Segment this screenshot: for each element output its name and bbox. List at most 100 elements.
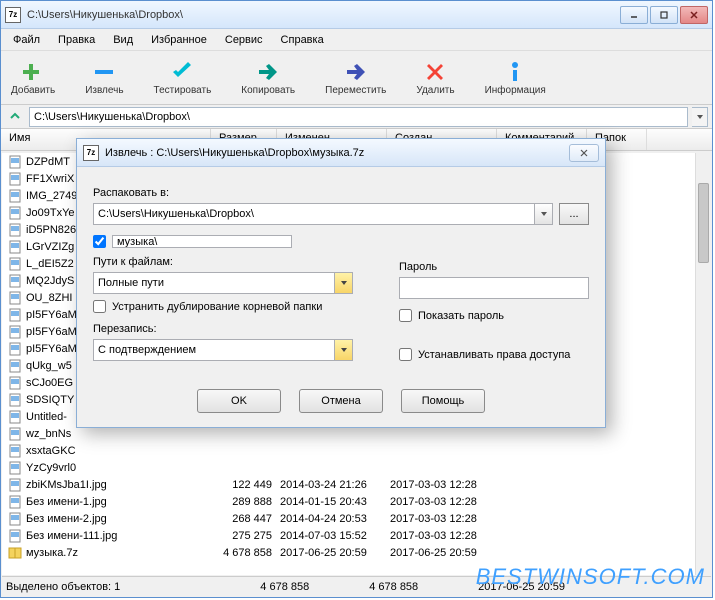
close-button[interactable]: [680, 6, 708, 24]
window-title: C:\Users\Никушенька\Dropbox\: [27, 9, 620, 21]
password-input[interactable]: [399, 277, 589, 299]
toolbar-plus[interactable]: Добавить: [7, 57, 59, 98]
chevron-down-icon[interactable]: [334, 340, 352, 360]
arrow-right-icon: [255, 59, 281, 85]
up-button[interactable]: [5, 107, 25, 127]
toolbar-label: Копировать: [241, 85, 295, 96]
menu-1[interactable]: Правка: [50, 32, 103, 48]
minimize-button[interactable]: [620, 6, 648, 24]
toolbar-info[interactable]: Информация: [481, 57, 550, 98]
image-icon: [8, 308, 22, 322]
chevron-down-icon[interactable]: [534, 204, 552, 224]
file-name: wz_bnNs: [26, 428, 214, 440]
subfolder-input[interactable]: [112, 235, 292, 248]
image-icon: [8, 274, 22, 288]
file-row[interactable]: zbiKMsJba1I.jpg122 4492014-03-24 21:2620…: [2, 476, 711, 493]
image-icon: [8, 189, 22, 203]
image-icon: [8, 172, 22, 186]
file-row[interactable]: YzCy9vrl0: [2, 459, 711, 476]
toolbar-label: Информация: [485, 85, 546, 96]
ok-button[interactable]: OK: [197, 389, 281, 413]
file-modified: 2017-06-25 20:59: [280, 547, 390, 559]
menubar: ФайлПравкаВидИзбранноеСервисСправка: [1, 29, 712, 51]
info-icon: [502, 59, 528, 85]
dialog-icon: 7z: [83, 145, 99, 161]
toolbar-label: Удалить: [416, 85, 454, 96]
toolbar-minus[interactable]: Извлечь: [81, 57, 127, 98]
titlebar[interactable]: 7z C:\Users\Никушенька\Dropbox\: [1, 1, 712, 29]
paths-combo[interactable]: Полные пути: [93, 272, 353, 294]
file-row[interactable]: xsxtaGKC: [2, 442, 711, 459]
image-icon: [8, 376, 22, 390]
file-size: 275 275: [214, 530, 280, 542]
help-button[interactable]: Помощь: [401, 389, 485, 413]
file-name: Без имени-111.jpg: [26, 530, 214, 542]
image-icon: [8, 257, 22, 271]
image-icon: [8, 240, 22, 254]
check-icon: [169, 59, 195, 85]
app-icon: 7z: [5, 7, 21, 23]
chevron-down-icon[interactable]: [334, 273, 352, 293]
file-name: Без имени-2.jpg: [26, 513, 214, 525]
menu-2[interactable]: Вид: [105, 32, 141, 48]
path-dropdown[interactable]: [692, 107, 708, 127]
file-row[interactable]: музыка.7z4 678 8582017-06-25 20:592017-0…: [2, 544, 711, 561]
archive-icon: [8, 546, 22, 560]
extract-to-combo[interactable]: C:\Users\Никушенька\Dropbox\: [93, 203, 553, 225]
image-icon: [8, 325, 22, 339]
file-created: 2017-03-03 12:28: [390, 496, 500, 508]
path-text: C:\Users\Никушенька\Dropbox\: [34, 111, 190, 123]
image-icon: [8, 444, 22, 458]
image-icon: [8, 342, 22, 356]
file-row[interactable]: Без имени-111.jpg275 2752014-07-03 15:52…: [2, 527, 711, 544]
menu-5[interactable]: Справка: [273, 32, 332, 48]
image-icon: [8, 393, 22, 407]
status-selection: Выделено объектов: 1: [6, 581, 120, 593]
menu-3[interactable]: Избранное: [143, 32, 215, 48]
eliminate-dup-checkbox[interactable]: [93, 300, 106, 313]
extract-to-value: C:\Users\Никушенька\Dropbox\: [98, 208, 254, 220]
toolbar-label: Добавить: [11, 85, 55, 96]
minus-icon: [91, 59, 117, 85]
file-created: 2017-03-03 12:28: [390, 530, 500, 542]
toolbar-arrow-right2[interactable]: Переместить: [321, 57, 390, 98]
toolbar-x[interactable]: Удалить: [412, 57, 458, 98]
file-name: музыка.7z: [26, 547, 214, 559]
file-modified: 2014-04-24 20:53: [280, 513, 390, 525]
set-perms-label: Устанавливать права доступа: [418, 349, 570, 361]
show-password-checkbox[interactable]: [399, 309, 412, 322]
arrow-right2-icon: [343, 59, 369, 85]
scrollbar-thumb[interactable]: [698, 183, 709, 263]
toolbar-check[interactable]: Тестировать: [150, 57, 216, 98]
toolbar: Добавить Извлечь Тестировать Копировать Пере…: [1, 51, 712, 105]
image-icon: [8, 478, 22, 492]
path-input[interactable]: C:\Users\Никушенька\Dropbox\: [29, 107, 688, 127]
cancel-button[interactable]: Отмена: [299, 389, 383, 413]
file-size: 289 888: [214, 496, 280, 508]
overwrite-value: С подтверждением: [98, 344, 196, 356]
watermark: BESTWINSOFT.COM: [476, 564, 705, 590]
menu-0[interactable]: Файл: [5, 32, 48, 48]
subfolder-checkbox[interactable]: [93, 235, 106, 248]
status-size2: 4 678 858: [369, 581, 418, 593]
toolbar-label: Извлечь: [85, 85, 123, 96]
browse-button[interactable]: ...: [559, 203, 589, 225]
image-icon: [8, 291, 22, 305]
menu-4[interactable]: Сервис: [217, 32, 271, 48]
set-perms-checkbox[interactable]: [399, 348, 412, 361]
dialog-close-button[interactable]: [569, 144, 599, 162]
dialog-title: Извлечь : C:\Users\Никушенька\Dropbox\му…: [105, 147, 569, 159]
file-modified: 2014-07-03 15:52: [280, 530, 390, 542]
file-modified: 2014-01-15 20:43: [280, 496, 390, 508]
overwrite-label: Перезапись:: [93, 323, 369, 335]
dialog-titlebar[interactable]: 7z Извлечь : C:\Users\Никушенька\Dropbox…: [77, 139, 605, 167]
image-icon: [8, 223, 22, 237]
toolbar-arrow-right[interactable]: Копировать: [237, 57, 299, 98]
file-row[interactable]: Без имени-1.jpg289 8882014-01-15 20:4320…: [2, 493, 711, 510]
file-row[interactable]: Без имени-2.jpg268 4472014-04-24 20:5320…: [2, 510, 711, 527]
extract-to-label: Распаковать в:: [93, 187, 589, 199]
overwrite-combo[interactable]: С подтверждением: [93, 339, 353, 361]
scrollbar[interactable]: [695, 153, 711, 575]
file-name: YzCy9vrl0: [26, 462, 214, 474]
maximize-button[interactable]: [650, 6, 678, 24]
